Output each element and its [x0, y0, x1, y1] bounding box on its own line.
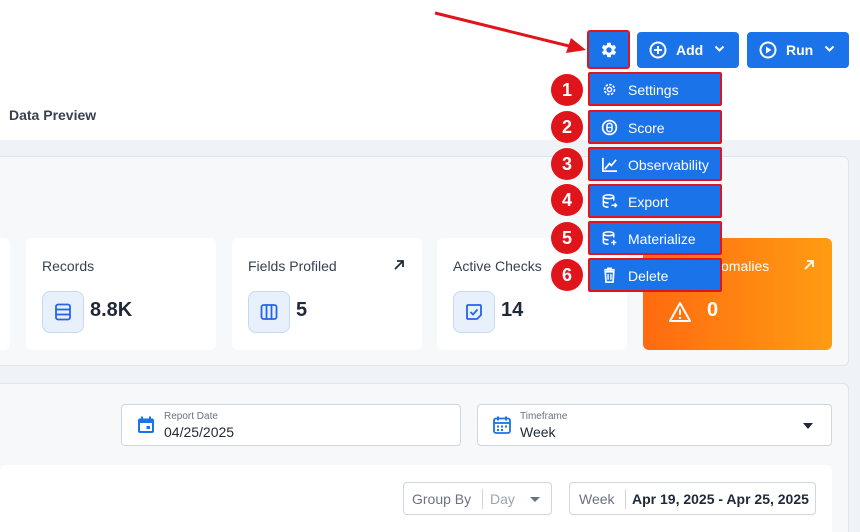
- trash-icon: [604, 267, 615, 283]
- settings-gear-button[interactable]: [587, 30, 630, 69]
- callout-badge: 5: [551, 222, 583, 254]
- menu-item-materialize[interactable]: Materialize: [588, 221, 722, 255]
- calendar-icon: [138, 416, 154, 433]
- anomalies-value: 0: [707, 299, 719, 321]
- divider: [482, 489, 483, 509]
- group-by-select[interactable]: Group By Day: [403, 482, 552, 515]
- week-range-picker[interactable]: Week Apr 19, 2025 - Apr 25, 2025: [569, 482, 816, 515]
- timeframe-value: Week: [520, 424, 556, 440]
- play-circle-icon: [759, 41, 777, 59]
- caret-down-icon[interactable]: [803, 423, 813, 429]
- timeframe-select[interactable]: Timeframe Week: [477, 404, 832, 446]
- table-rows-icon: [42, 291, 84, 333]
- active-checks-label: Active Checks: [453, 258, 542, 274]
- gear-icon: [603, 83, 616, 96]
- fields-profiled-card[interactable]: Fields Profiled 5: [232, 238, 422, 350]
- add-button-label: Add: [676, 42, 704, 58]
- database-materialize-icon: [602, 231, 617, 246]
- warning-icon: [669, 302, 691, 322]
- report-date-value: 04/25/2025: [164, 424, 235, 440]
- records-label: Records: [42, 258, 95, 274]
- menu-item-label: Score: [628, 120, 665, 136]
- active-checks-value: 14: [501, 299, 524, 321]
- records-value: 8.8K: [90, 299, 133, 321]
- summary-card-partial: [0, 238, 10, 350]
- arrow-up-right-icon[interactable]: [802, 258, 816, 272]
- menu-item-score[interactable]: Score: [588, 110, 722, 144]
- annotation-arrow-icon: [434, 11, 586, 53]
- group-by-value: Day: [490, 491, 515, 507]
- menu-item-label: Delete: [628, 268, 669, 284]
- menu-item-settings[interactable]: Settings: [588, 72, 722, 106]
- divider: [625, 489, 626, 509]
- run-button-label: Run: [786, 42, 814, 58]
- score-icon: [601, 119, 618, 136]
- run-button[interactable]: Run: [747, 32, 849, 68]
- records-card: Records 8.8K: [26, 238, 216, 350]
- menu-item-delete[interactable]: Delete: [588, 258, 722, 292]
- chevron-down-icon: [714, 45, 725, 52]
- anomalies-label: omalies: [721, 258, 770, 274]
- database-export-icon: [602, 194, 618, 208]
- line-chart-icon: [602, 157, 618, 172]
- callout-badge: 2: [551, 111, 583, 143]
- week-label: Week: [579, 491, 615, 507]
- menu-item-export[interactable]: Export: [588, 184, 722, 218]
- chevron-down-icon: [824, 45, 835, 52]
- callout-badge: 4: [551, 184, 583, 216]
- callout-badge: 1: [551, 74, 583, 106]
- plus-circle-icon: [649, 41, 667, 59]
- menu-item-observability[interactable]: Observability: [588, 147, 722, 181]
- menu-item-label: Settings: [628, 82, 679, 98]
- tab-data-preview[interactable]: Data Preview: [9, 107, 96, 123]
- menu-item-label: Observability: [628, 157, 709, 173]
- check-square-icon: [453, 291, 495, 333]
- gear-icon: [601, 42, 616, 57]
- callout-badge: 6: [551, 259, 583, 291]
- menu-item-label: Export: [628, 194, 669, 210]
- group-by-label: Group By: [412, 491, 472, 507]
- report-date-label: Report Date: [164, 411, 218, 422]
- report-date-field[interactable]: Report Date 04/25/2025: [121, 404, 461, 446]
- columns-icon: [248, 291, 290, 333]
- timeframe-label: Timeframe: [520, 411, 568, 422]
- fields-profiled-value: 5: [296, 299, 308, 321]
- caret-down-icon[interactable]: [530, 497, 540, 502]
- arrow-up-right-icon[interactable]: [392, 258, 406, 272]
- calendar-icon: [493, 416, 511, 434]
- fields-profiled-label: Fields Profiled: [248, 258, 337, 274]
- add-button[interactable]: Add: [637, 32, 739, 68]
- week-range-value: Apr 19, 2025 - Apr 25, 2025: [632, 491, 809, 507]
- menu-item-label: Materialize: [628, 231, 696, 247]
- callout-badge: 3: [551, 148, 583, 180]
